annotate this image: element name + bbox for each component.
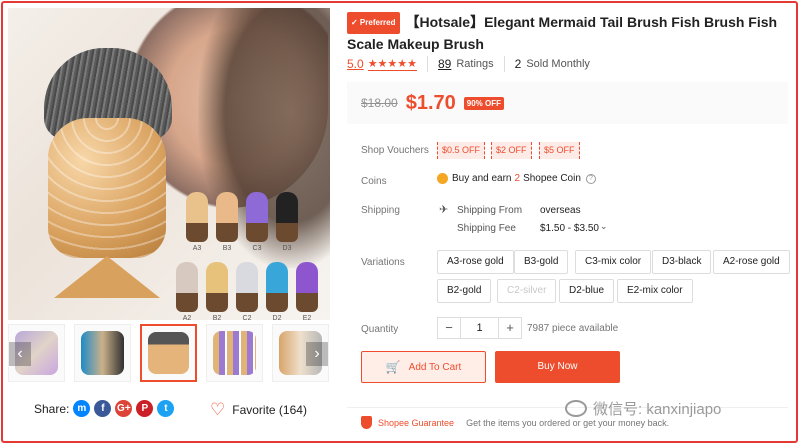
shipping-fee-label: Shipping Fee: [457, 223, 516, 234]
google-plus-icon[interactable]: G+: [115, 400, 133, 417]
swatch-b3: [216, 192, 238, 242]
fish-scale-pattern: [48, 118, 166, 258]
coins-prefix: Buy and earn: [452, 173, 512, 184]
variation-option[interactable]: B2-gold: [437, 279, 492, 303]
shield-icon: [361, 416, 372, 429]
favorite-button[interactable]: ♡ Favorite (164): [210, 401, 307, 418]
product-title-block: ✓ Preferred 【Hotsale】Elegant Mermaid Tail…: [347, 12, 787, 54]
coins-amount: 2: [514, 173, 521, 184]
coin-icon: [437, 173, 448, 184]
shipping-fee-value[interactable]: $1.50 - $3.50: [540, 223, 599, 234]
guarantee-text: Get the items you ordered or get your mo…: [466, 417, 670, 428]
variation-option[interactable]: A3-rose gold: [437, 250, 514, 274]
discount-badge: 90% OFF: [463, 96, 504, 110]
quantity-input[interactable]: 1: [460, 318, 499, 338]
thumbnail-5[interactable]: ›: [272, 324, 329, 382]
ratings-row: 5.0 ★★★★★ 89 Ratings 2 Sold Monthly: [347, 56, 590, 72]
share-row: Share: m f G+ P t: [34, 400, 178, 417]
swatch-e2: [296, 262, 318, 312]
variation-option-disabled: C2-silver: [497, 279, 557, 303]
favorite-label: Favorite (164): [232, 402, 307, 417]
swatch-label: C3: [252, 245, 262, 252]
sold-count: 2: [514, 57, 522, 71]
variation-option[interactable]: D3-black: [652, 250, 712, 274]
product-title: ✓ Preferred 【Hotsale】Elegant Mermaid Tail…: [347, 12, 778, 52]
shipping-from-label: Shipping From: [457, 205, 523, 216]
swatch-a3: [186, 192, 208, 242]
price-box: $18.00 $1.70 90% OFF: [347, 82, 788, 124]
variation-option[interactable]: E2-mix color: [617, 279, 693, 303]
shop-vouchers-label: Shop Vouchers: [361, 145, 429, 156]
swatch-c2: [236, 262, 258, 312]
swatch-label: D3: [282, 245, 292, 252]
original-price: $18.00: [361, 96, 398, 110]
coins-info: Buy and earn 2 Shopee Coin ?: [437, 173, 596, 184]
preferred-badge: ✓ Preferred: [347, 12, 400, 34]
divider: [503, 56, 505, 72]
coins-label: Coins: [361, 176, 387, 187]
add-to-cart-button[interactable]: 🛒 Add To Cart: [361, 351, 486, 383]
quantity-label: Quantity: [361, 324, 399, 335]
shipping-from-value: overseas: [540, 205, 581, 216]
add-to-cart-label: Add To Cart: [408, 361, 462, 373]
wechat-watermark: 微信号: kanxinjiapo: [565, 398, 721, 419]
swatch-label: E2: [302, 315, 312, 320]
swatch-d2: [266, 262, 288, 312]
swatch-label: B3: [222, 245, 232, 252]
swatch-label: A2: [182, 315, 192, 320]
rating-stars-icon: ★★★★★: [367, 58, 417, 71]
buy-now-button[interactable]: Buy Now: [495, 351, 620, 383]
increase-quantity-button[interactable]: +: [499, 318, 521, 338]
coins-suffix: Shopee Coin: [523, 173, 581, 184]
decrease-quantity-button[interactable]: −: [438, 318, 460, 338]
thumbnail-next-arrow-icon[interactable]: ›: [306, 342, 328, 366]
shipping-label: Shipping: [361, 205, 400, 216]
swatch-label: B2: [212, 315, 222, 320]
quantity-stepper: − 1 +: [437, 317, 522, 339]
voucher-chip-3[interactable]: $5 OFF: [539, 142, 580, 159]
variations-label: Variations: [361, 257, 405, 268]
heart-icon: ♡: [210, 400, 226, 419]
plane-icon: ✈: [439, 204, 449, 216]
variation-option[interactable]: C3-mix color: [575, 250, 652, 274]
wechat-icon: [565, 400, 587, 417]
share-label: Share:: [34, 401, 70, 416]
variation-option[interactable]: A2-rose gold: [713, 250, 790, 274]
messenger-icon[interactable]: m: [73, 400, 91, 417]
cart-icon: 🛒: [385, 360, 401, 374]
swatch-c3: [246, 192, 268, 242]
product-main-image[interactable]: A3 B3 C3 D3 A2 B2 C2 D2 E2: [8, 8, 330, 320]
rating-score[interactable]: 5.0: [347, 57, 364, 71]
swatch-a2: [176, 262, 198, 312]
twitter-icon[interactable]: t: [157, 400, 175, 417]
voucher-chip-2[interactable]: $2 OFF: [491, 142, 532, 159]
thumbnail-3-selected[interactable]: [140, 324, 197, 382]
swatch-d3: [276, 192, 298, 242]
divider: [427, 56, 428, 72]
swatch-label: C2: [242, 315, 252, 320]
swatch-label: D2: [272, 315, 282, 320]
swatch-b2: [206, 262, 228, 312]
brush-tail-image: [54, 256, 160, 298]
swatch-label: A3: [192, 245, 202, 252]
help-icon[interactable]: ?: [585, 173, 596, 184]
wechat-id: 微信号: kanxinjiapo: [593, 401, 722, 418]
stock-available: 7987 piece available: [527, 323, 619, 334]
thumbnail-strip: ‹ ›: [8, 324, 330, 384]
variation-option[interactable]: D2-blue: [559, 279, 615, 303]
thumbnail-2[interactable]: [74, 324, 131, 382]
facebook-icon[interactable]: f: [94, 400, 112, 417]
thumbnail-4[interactable]: [206, 324, 263, 382]
variation-option[interactable]: B3-gold: [514, 250, 569, 274]
chevron-down-icon[interactable]: ⌄: [600, 221, 608, 232]
thumbnail-1[interactable]: ‹: [8, 324, 65, 382]
ratings-count[interactable]: 89: [438, 57, 451, 71]
guarantee-title: Shopee Guarantee: [378, 417, 455, 428]
voucher-chip-1[interactable]: $0.5 OFF: [437, 142, 486, 159]
ratings-label: Ratings: [456, 58, 494, 70]
current-price: $1.70: [405, 91, 456, 114]
sold-label: Sold Monthly: [526, 58, 590, 70]
pinterest-icon[interactable]: P: [136, 400, 154, 417]
thumbnail-prev-arrow-icon[interactable]: ‹: [9, 342, 31, 366]
